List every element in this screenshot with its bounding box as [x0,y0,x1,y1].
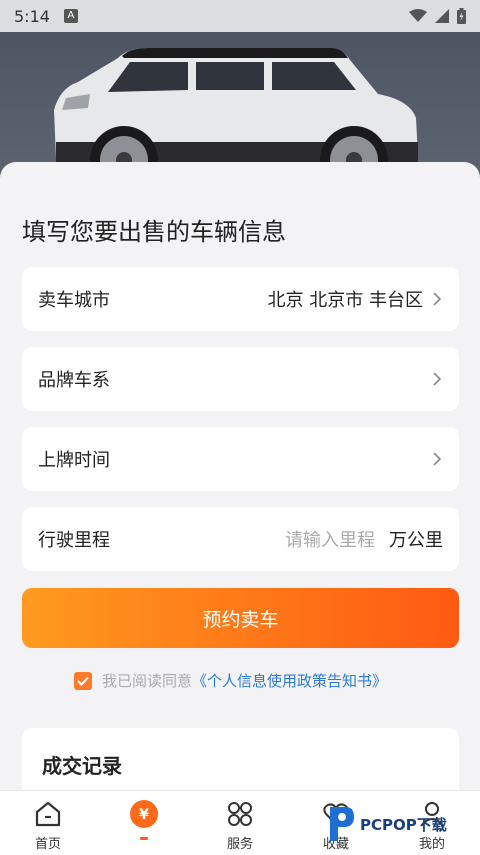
tab-sell[interactable]: ¥ [96,791,192,855]
chevron-right-icon [433,372,442,386]
active-tab-indicator [140,837,148,840]
svg-text:¥: ¥ [139,807,149,823]
brand-label: 品牌车系 [38,370,110,391]
mileage-unit: 万公里 [389,530,443,551]
status-time: 5:14 [14,6,50,26]
book-sell-button[interactable]: 预约卖车 [22,588,459,648]
chevron-right-icon [433,452,442,466]
tab-services-label: 服务 [226,837,253,852]
signal-icon [435,9,449,23]
watermark-text: PCPOP下载 [360,815,447,834]
watermark-logo [330,807,354,841]
agreement-row: 我已阅读同意 《个人信息使用政策告知书》 [74,670,387,691]
home-icon [33,799,63,829]
wifi-icon [409,9,427,22]
status-icons [409,8,466,24]
page-title: 填写您要出售的车辆信息 [22,218,286,246]
notification-icon: A [63,9,78,23]
grid-services-icon [225,799,255,829]
agreement-text: 我已阅读同意 [102,672,193,690]
tab-home-label: 首页 [34,837,61,852]
city-label: 卖车城市 [38,290,110,311]
chevron-right-icon [433,292,442,306]
watermark: PCPOP下载 [326,802,472,846]
mileage-input[interactable]: 请输入里程 [285,526,375,552]
city-value: 北京 北京市 丰台区 [267,290,423,311]
plate-time-label: 上牌时间 [38,450,110,471]
battery-icon [457,8,466,24]
plate-time-selector[interactable]: 上牌时间 [22,427,459,491]
privacy-policy-link[interactable]: 《个人信息使用政策告知书》 [192,670,387,691]
status-bar: 5:14 A [0,0,480,32]
tab-services[interactable]: 服务 [192,791,288,855]
city-selector[interactable]: 卖车城市 北京 北京市 丰台区 [22,267,459,331]
mileage-label: 行驶里程 [38,530,110,551]
check-icon [77,676,89,686]
yen-coin-icon: ¥ [129,799,159,829]
brand-selector[interactable]: 品牌车系 [22,347,459,411]
deal-records-title: 成交记录 [42,754,122,778]
agreement-checkbox[interactable] [74,671,92,690]
tab-home[interactable]: 首页 [0,791,96,855]
mileage-row: 行驶里程 请输入里程 万公里 [22,507,459,571]
